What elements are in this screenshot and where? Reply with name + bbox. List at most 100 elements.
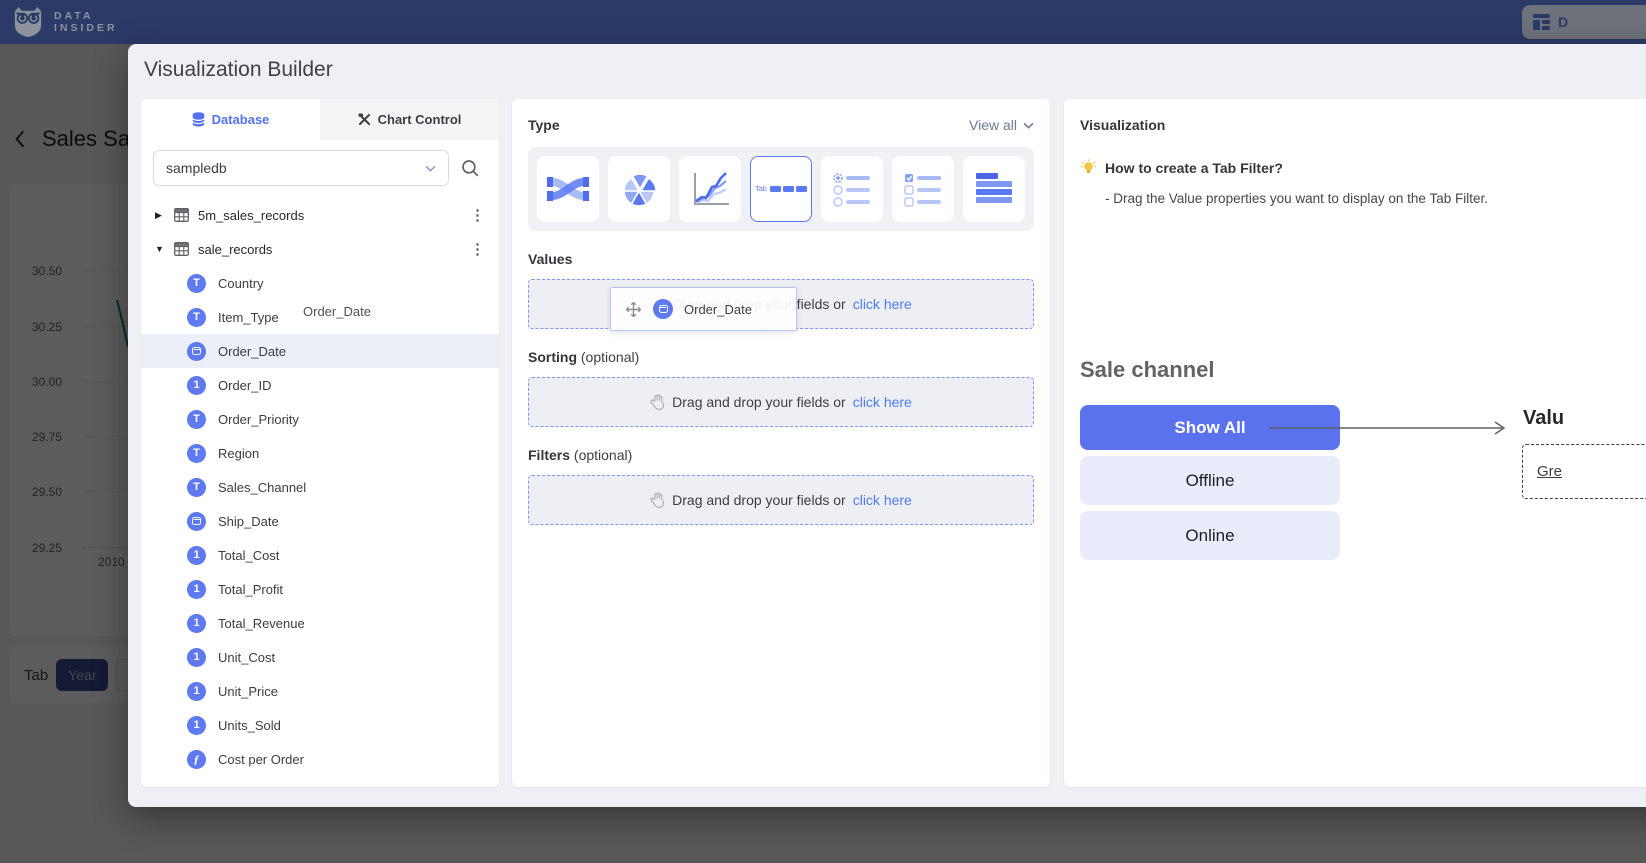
click-here-link[interactable]: click here: [853, 296, 912, 312]
online-button[interactable]: Online: [1080, 511, 1340, 560]
field-label: Total_Revenue: [218, 616, 305, 631]
field-row-country[interactable]: TCountry: [141, 266, 499, 300]
tree-node-sale-records[interactable]: ▼ sale_records ⋮: [141, 232, 499, 266]
kebab-menu-icon[interactable]: ⋮: [470, 240, 485, 258]
kebab-menu-icon[interactable]: ⋮: [470, 206, 485, 224]
field-row-region[interactable]: TRegion: [141, 436, 499, 470]
text-type-icon: T: [187, 410, 206, 429]
caret-right-icon[interactable]: ▶: [155, 210, 165, 221]
database-panel: Database Chart Control sampledb: [141, 99, 499, 787]
dragging-field-chip[interactable]: Order_Date: [610, 287, 797, 331]
function-type-icon: ƒ: [187, 750, 206, 769]
chart-type-checkbox-list[interactable]: [892, 156, 954, 222]
dropzone-text: Drag and drop your fields or: [672, 394, 846, 410]
field-label: Item_Type: [218, 310, 279, 325]
number-type-icon: 1: [187, 648, 206, 667]
chart-type-table[interactable]: [963, 156, 1025, 222]
number-type-icon: 1: [187, 614, 206, 633]
field-label: Total_Profit: [218, 582, 283, 597]
filters-label: Filters (optional): [528, 447, 632, 463]
field-row-total-cost[interactable]: 1Total_Cost: [141, 538, 499, 572]
logo-text-line2: INSIDER: [54, 22, 118, 34]
field-row-total-revenue[interactable]: 1 Total_Revenue: [141, 606, 499, 640]
field-label: Unit_Price: [218, 684, 278, 699]
click-here-link[interactable]: click here: [853, 394, 912, 410]
field-row-cost-per-order[interactable]: ƒCost per Order: [141, 742, 499, 776]
tip-body: - Drag the Value properties you want to …: [1080, 191, 1646, 206]
lightbulb-icon: [1080, 159, 1097, 176]
field-label: Sales_Channel: [218, 480, 306, 495]
chevron-down-icon: [1023, 122, 1034, 129]
tree-node-5m-sales-records[interactable]: ▶ 5m_sales_records ⋮: [141, 198, 499, 232]
date-type-icon: [187, 342, 206, 361]
chart-type-pie[interactable]: [608, 156, 670, 222]
chart-type-line[interactable]: [679, 156, 741, 222]
view-all-button[interactable]: View all: [969, 117, 1034, 133]
field-label: Ship_Date: [218, 514, 279, 529]
line-chart-icon: [688, 169, 732, 209]
chart-type-radio-list[interactable]: [821, 156, 883, 222]
field-row-unit-price[interactable]: 1Unit_Price: [141, 674, 499, 708]
table-icon: [174, 208, 189, 222]
visualization-panel: Visualization How to create a Tab Filter…: [1064, 99, 1646, 787]
database-search-row: sampledb: [141, 140, 499, 192]
field-label: Unit_Cost: [218, 650, 275, 665]
field-row-unit-cost[interactable]: 1 Unit_Cost: [141, 640, 499, 674]
tab-database[interactable]: Database: [141, 99, 320, 140]
tab-chart-control[interactable]: Chart Control: [320, 99, 499, 140]
text-type-icon: T: [187, 274, 206, 293]
field-row-sales-channel[interactable]: T Sales_Channel: [141, 470, 499, 504]
dropzone-text: Drag and drop your fields or: [672, 492, 846, 508]
tip-title: How to create a Tab Filter?: [1105, 160, 1283, 176]
builder-panel: Type View all: [512, 99, 1050, 787]
pie-icon: [617, 167, 661, 211]
offline-button[interactable]: Offline: [1080, 456, 1340, 505]
table-list-icon: [972, 169, 1016, 209]
filters-dropzone[interactable]: Drag and drop your fields or click here: [528, 475, 1034, 525]
tab-database-label: Database: [212, 112, 270, 127]
chevron-down-icon: [425, 165, 436, 172]
field-row-units-sold[interactable]: 1 Units_Sold: [141, 708, 499, 742]
field-label: Order_Date: [218, 344, 286, 359]
number-type-icon: 1: [187, 716, 206, 735]
database-select[interactable]: sampledb: [153, 150, 449, 186]
dashboard-button-label: D: [1558, 14, 1568, 30]
schema-tree: ▶ 5m_sales_records ⋮ ▼ sale_records ⋮ TC…: [141, 192, 499, 776]
field-label: Region: [218, 446, 259, 461]
drag-hand-icon: [650, 492, 665, 509]
field-label: Total_Cost: [218, 548, 279, 563]
dashboard-layout-icon: [1533, 14, 1550, 30]
annotation-box: Gre: [1522, 444, 1646, 499]
sorting-dropzone[interactable]: Drag and drop your fields or click here: [528, 377, 1034, 427]
field-row-ship-date[interactable]: Ship_Date: [141, 504, 499, 538]
tools-icon: [358, 113, 371, 126]
field-row-item-type[interactable]: TItem_Type: [141, 300, 499, 334]
annotation-title: Valu: [1523, 407, 1564, 430]
field-row-order-date[interactable]: Order_Date: [141, 334, 499, 368]
sorting-label: Sorting (optional): [528, 349, 639, 365]
values-label: Values: [528, 251, 572, 267]
chart-type-tab-filter[interactable]: Tab: [750, 156, 812, 222]
dashboard-button[interactable]: D: [1522, 5, 1646, 39]
owl-logo-icon: [10, 6, 46, 38]
field-row-total-profit[interactable]: 1Total_Profit: [141, 572, 499, 606]
chart-type-sankey[interactable]: [537, 156, 599, 222]
database-select-value: sampledb: [166, 160, 227, 176]
annotation-arrow: [1269, 419, 1511, 437]
table-icon: [174, 242, 189, 256]
tree-node-label: 5m_sales_records: [198, 208, 304, 223]
field-row-order-priority[interactable]: TOrder_Priority: [141, 402, 499, 436]
tree-node-label: sale_records: [198, 242, 272, 257]
caret-down-icon[interactable]: ▼: [155, 244, 165, 254]
preview-title: Sale channel: [1080, 357, 1215, 383]
view-all-label: View all: [969, 117, 1017, 133]
sankey-icon: [544, 169, 592, 209]
field-label: Units_Sold: [218, 718, 281, 733]
annotation-link[interactable]: Gre: [1537, 463, 1562, 480]
visualization-label: Visualization: [1080, 117, 1165, 133]
number-type-icon: 1: [187, 376, 206, 395]
text-type-icon: T: [187, 478, 206, 497]
click-here-link[interactable]: click here: [853, 492, 912, 508]
search-icon[interactable]: [461, 159, 480, 178]
field-row-order-id[interactable]: 1Order_ID: [141, 368, 499, 402]
